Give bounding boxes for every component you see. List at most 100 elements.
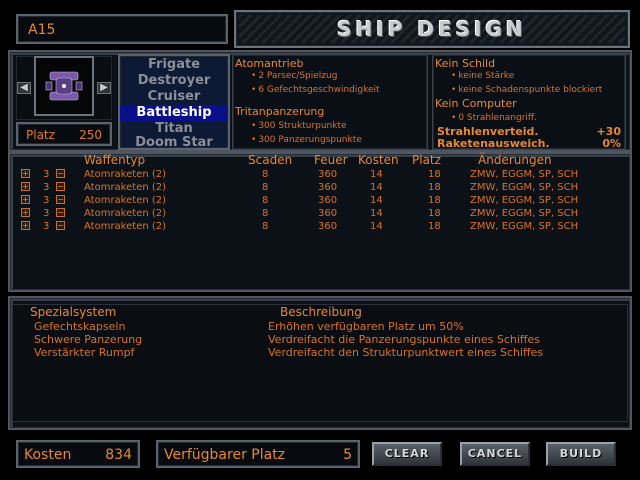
- col-damage: Scaden: [248, 153, 293, 167]
- cost-label: Kosten: [24, 447, 72, 463]
- ship-image: [34, 56, 94, 116]
- ship-sprite-icon: [36, 58, 92, 114]
- weapon-mods[interactable]: ZMW, EGGM, SP, SCH: [470, 195, 578, 206]
- weapon-count: 3: [43, 195, 50, 206]
- hull-class-frigate[interactable]: Frigate: [120, 57, 228, 73]
- col-description: Beschreibung: [280, 305, 362, 319]
- special-system-name[interactable]: Verstärkter Rumpf: [34, 346, 134, 359]
- weapon-mods[interactable]: ZMW, EGGM, SP, SCH: [470, 182, 578, 193]
- build-button-label: BUILD: [559, 447, 603, 460]
- weapon-space: 18: [428, 169, 441, 180]
- increase-icon[interactable]: +: [21, 221, 30, 230]
- drive-combat-speed: 6 Gefechtsgeschwindigkeit: [251, 85, 379, 95]
- hull-class-list: Frigate Destroyer Cruiser Battleship Tit…: [118, 54, 230, 150]
- previous-ship-arrow-icon[interactable]: ◀: [17, 82, 31, 94]
- drive-name[interactable]: Atomantrieb: [235, 57, 303, 70]
- cost-readout: Kosten 834: [16, 440, 140, 468]
- weapon-damage: 8: [262, 195, 269, 206]
- special-system-desc: Erhöhen verfügbaren Platz um 50%: [268, 320, 464, 333]
- decrease-icon[interactable]: −: [56, 182, 65, 191]
- weapon-count: 3: [43, 169, 50, 180]
- weapon-space: 18: [428, 182, 441, 193]
- missile-evasion-row: Raketenausweich. 0%: [437, 137, 621, 150]
- weapon-count: 3: [43, 221, 50, 232]
- weapon-name: Atomraketen (2): [84, 182, 167, 193]
- decrease-icon[interactable]: −: [56, 195, 65, 204]
- weapon-name: Atomraketen (2): [84, 169, 167, 180]
- col-special-system: Spezialsystem: [30, 305, 117, 319]
- weapon-row[interactable]: + 3 − Atomraketen (2) 8 360 14 18 ZMW, E…: [0, 221, 640, 234]
- hull-class-battleship[interactable]: Battleship: [120, 105, 228, 121]
- special-system-name[interactable]: Gefechtskapseln: [34, 320, 125, 333]
- increase-icon[interactable]: +: [21, 208, 30, 217]
- decrease-icon[interactable]: −: [56, 169, 65, 178]
- page-title: SHIP DESIGN: [337, 17, 527, 41]
- special-system-desc: Verdreifacht den Strukturpunktwert eines…: [268, 346, 544, 359]
- shield-strength: keine Stärke: [451, 71, 514, 81]
- weapon-row[interactable]: + 3 − Atomraketen (2) 8 360 14 18 ZMW, E…: [0, 169, 640, 182]
- weapon-row[interactable]: + 3 − Atomraketen (2) 8 360 14 18 ZMW, E…: [0, 195, 640, 208]
- increase-icon[interactable]: +: [21, 195, 30, 204]
- ship-space-readout: Platz 250: [16, 122, 112, 146]
- decrease-icon[interactable]: −: [56, 208, 65, 217]
- drive-speed: 2 Parsec/Spielzug: [251, 71, 337, 81]
- drive-armor-panel: Atomantrieb 2 Parsec/Spielzug 6 Gefechts…: [232, 54, 428, 150]
- title-banner: SHIP DESIGN: [234, 10, 630, 48]
- special-system-desc: Verdreifacht die Panzerungspunkte eines …: [268, 333, 540, 346]
- missile-evasion-label: Raketenausweich.: [437, 137, 550, 150]
- hull-class-destroyer[interactable]: Destroyer: [120, 73, 228, 89]
- weapon-name: Atomraketen (2): [84, 208, 167, 219]
- increase-icon[interactable]: +: [21, 169, 30, 178]
- weapon-damage: 8: [262, 221, 269, 232]
- missile-evasion-value: 0%: [602, 137, 621, 150]
- shield-name[interactable]: Kein Schild: [435, 57, 495, 70]
- col-space: Platz: [412, 153, 441, 167]
- weapon-mods[interactable]: ZMW, EGGM, SP, SCH: [470, 221, 578, 232]
- col-fire: Feuer: [314, 153, 348, 167]
- weapon-cost: 14: [370, 195, 383, 206]
- next-ship-arrow-icon[interactable]: ▶: [97, 82, 111, 94]
- weapon-count: 3: [43, 208, 50, 219]
- available-space-value: 5: [343, 447, 352, 463]
- shield-block: keine Schadenspunkte blockiert: [451, 85, 602, 95]
- weapon-fire: 360: [318, 208, 338, 219]
- shield-computer-panel: Kein Schild keine Stärke keine Schadensp…: [432, 54, 626, 150]
- weapon-row[interactable]: + 3 − Atomraketen (2) 8 360 14 18 ZMW, E…: [0, 182, 640, 195]
- weapon-cost: 14: [370, 169, 383, 180]
- weapon-fire: 360: [318, 182, 338, 193]
- available-space-readout: Verfügbarer Platz 5: [156, 440, 360, 468]
- cancel-button-label: CANCEL: [467, 447, 523, 460]
- available-space-label: Verfügbarer Platz: [164, 447, 286, 463]
- weapon-cost: 14: [370, 182, 383, 193]
- increase-icon[interactable]: +: [21, 182, 30, 191]
- col-mods: Änderungen: [478, 153, 552, 167]
- clear-button[interactable]: CLEAR: [372, 442, 442, 466]
- weapon-row[interactable]: + 3 − Atomraketen (2) 8 360 14 18 ZMW, E…: [0, 208, 640, 221]
- hull-class-cruiser[interactable]: Cruiser: [120, 89, 228, 105]
- armor-name[interactable]: Tritanpanzerung: [235, 105, 324, 118]
- weapon-fire: 360: [318, 169, 338, 180]
- weapon-mods[interactable]: ZMW, EGGM, SP, SCH: [470, 169, 578, 180]
- weapon-space: 18: [428, 208, 441, 219]
- armor-points: 300 Panzerungspunkte: [251, 135, 361, 145]
- decrease-icon[interactable]: −: [56, 221, 65, 230]
- cost-value: 834: [105, 447, 132, 463]
- ship-name-field[interactable]: A15: [16, 14, 228, 44]
- computer-attack: 0 Strahlenangriff.: [451, 113, 537, 123]
- build-button[interactable]: BUILD: [546, 442, 616, 466]
- clear-button-label: CLEAR: [384, 447, 430, 460]
- hull-class-doom-star[interactable]: Doom Star: [120, 135, 228, 151]
- space-value: 250: [79, 128, 102, 142]
- weapon-damage: 8: [262, 169, 269, 180]
- weapon-damage: 8: [262, 182, 269, 193]
- weapon-mods[interactable]: ZMW, EGGM, SP, SCH: [470, 208, 578, 219]
- computer-name[interactable]: Kein Computer: [435, 97, 517, 110]
- weapon-damage: 8: [262, 208, 269, 219]
- cancel-button[interactable]: CANCEL: [460, 442, 530, 466]
- weapon-space: 18: [428, 195, 441, 206]
- weapon-name: Atomraketen (2): [84, 221, 167, 232]
- weapon-space: 18: [428, 221, 441, 232]
- special-system-name[interactable]: Schwere Panzerung: [34, 333, 142, 346]
- ship-preview: ◀ ▶: [16, 56, 112, 120]
- ship-name: A15: [28, 22, 56, 38]
